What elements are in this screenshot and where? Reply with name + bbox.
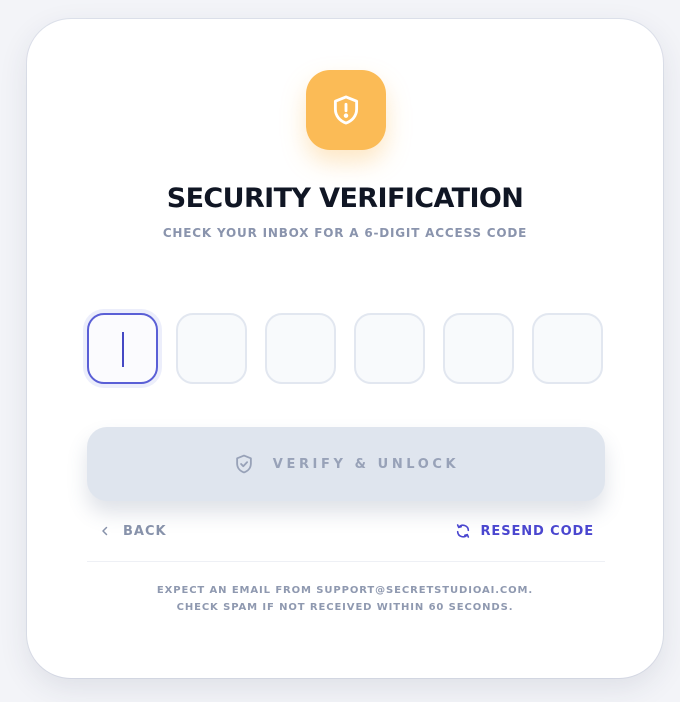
otp-digit-3[interactable] (265, 313, 336, 384)
otp-digit-2[interactable] (176, 313, 247, 384)
otp-digit-5[interactable] (443, 313, 514, 384)
refresh-icon (455, 523, 471, 539)
verification-card: SECURITY VERIFICATION CHECK YOUR INBOX F… (27, 19, 663, 678)
verify-unlock-button[interactable]: VERIFY & UNLOCK (87, 427, 605, 501)
otp-digit-1[interactable] (87, 313, 158, 384)
verify-unlock-label: VERIFY & UNLOCK (272, 456, 460, 472)
chevron-left-icon (99, 525, 111, 537)
back-button[interactable]: BACK (99, 521, 167, 541)
divider (87, 561, 605, 562)
resend-code-button[interactable]: RESEND CODE (455, 521, 595, 541)
back-label: BACK (123, 523, 167, 539)
footnote-line-1: EXPECT AN EMAIL FROM SUPPORT@SECRETSTUDI… (156, 585, 534, 596)
text-caret (122, 332, 124, 367)
otp-digit-4[interactable] (354, 313, 425, 384)
shield-check-icon (233, 453, 255, 475)
shield-alert-icon (329, 93, 363, 127)
otp-digit-6[interactable] (532, 313, 603, 384)
footnote-line-2: CHECK SPAM IF NOT RECEIVED WITHIN 60 SEC… (176, 602, 514, 613)
page-title: SECURITY VERIFICATION (166, 183, 524, 214)
resend-code-label: RESEND CODE (480, 523, 594, 539)
page-subtitle: CHECK YOUR INBOX FOR A 6-DIGIT ACCESS CO… (162, 226, 528, 240)
otp-input-group (87, 313, 605, 387)
security-badge (306, 70, 386, 150)
